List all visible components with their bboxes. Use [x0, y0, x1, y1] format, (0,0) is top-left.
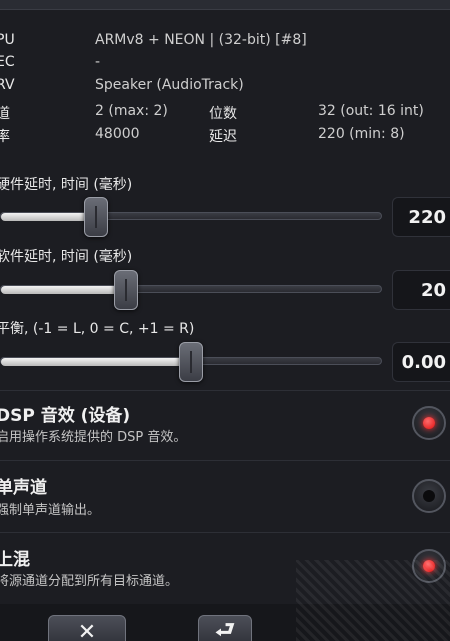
option-upmix-title: 上混 — [0, 550, 30, 570]
sw-latency-track[interactable] — [0, 285, 382, 294]
toggle-indicator-icon — [423, 490, 435, 502]
hw-latency-value: 220 — [392, 197, 450, 237]
top-bar — [0, 0, 450, 10]
cpu-key: PU — [0, 32, 15, 48]
option-upmix-desc: 将源通道分配到所有目标通道。 — [0, 574, 179, 589]
toggle-indicator-icon — [423, 417, 435, 429]
option-mono-title: 单声道 — [0, 478, 47, 498]
option-dsp-title: DSP 音效 (设备) — [0, 406, 131, 426]
option-upmix[interactable]: 上混 将源通道分配到所有目标通道。 — [0, 532, 450, 604]
latency-key: 延迟 — [209, 129, 237, 145]
rate-value: 48000 — [95, 126, 140, 142]
sec-key: EC — [0, 54, 15, 70]
dsp-toggle[interactable] — [412, 406, 446, 440]
bits-key: 位数 — [209, 106, 237, 122]
sec-value: - — [95, 54, 101, 70]
option-dsp-desc: 启用操作系统提供的 DSP 音效。 — [0, 430, 187, 445]
srv-value: Speaker (AudioTrack) — [95, 77, 244, 93]
mono-toggle[interactable] — [412, 479, 446, 513]
hw-latency-fill — [1, 213, 95, 221]
balance-fill — [1, 358, 190, 366]
upmix-toggle[interactable] — [412, 549, 446, 583]
hw-latency-thumb[interactable] — [84, 197, 108, 237]
sw-latency-thumb[interactable] — [114, 270, 138, 310]
sw-latency-fill — [1, 286, 125, 294]
balance-thumb[interactable] — [179, 342, 203, 382]
sw-latency-value: 20 — [392, 270, 450, 310]
back-button[interactable]: ⮐ — [198, 615, 252, 641]
option-mono[interactable]: 单声道 强制单声道输出。 — [0, 460, 450, 532]
toggle-indicator-icon — [423, 560, 435, 572]
balance-value: 0.00 — [392, 342, 450, 382]
balance-label: 平衡, (-1 = L, 0 = C, +1 = R) — [0, 321, 195, 337]
close-button[interactable]: ✕ — [48, 615, 126, 641]
rate-key: 率 — [0, 129, 10, 145]
channels-value: 2 (max: 2) — [95, 103, 168, 119]
option-mono-desc: 强制单声道输出。 — [0, 503, 101, 518]
return-icon: ⮐ — [215, 618, 235, 641]
latency-value: 220 (min: 8) — [318, 126, 405, 142]
hw-latency-label: 硬件延时, 时间 (毫秒) — [0, 177, 133, 193]
bits-value: 32 (out: 16 int) — [318, 103, 424, 119]
channels-key: 道 — [0, 106, 10, 122]
cpu-value: ARMv8 + NEON | (32-bit) [#8] — [95, 32, 307, 48]
sw-latency-label: 软件延时, 时间 (毫秒) — [0, 249, 133, 265]
srv-key: RV — [0, 77, 15, 93]
hw-latency-track[interactable] — [0, 212, 382, 221]
option-dsp-effects[interactable]: DSP 音效 (设备) 启用操作系统提供的 DSP 音效。 — [0, 390, 450, 460]
close-icon: ✕ — [77, 619, 97, 641]
